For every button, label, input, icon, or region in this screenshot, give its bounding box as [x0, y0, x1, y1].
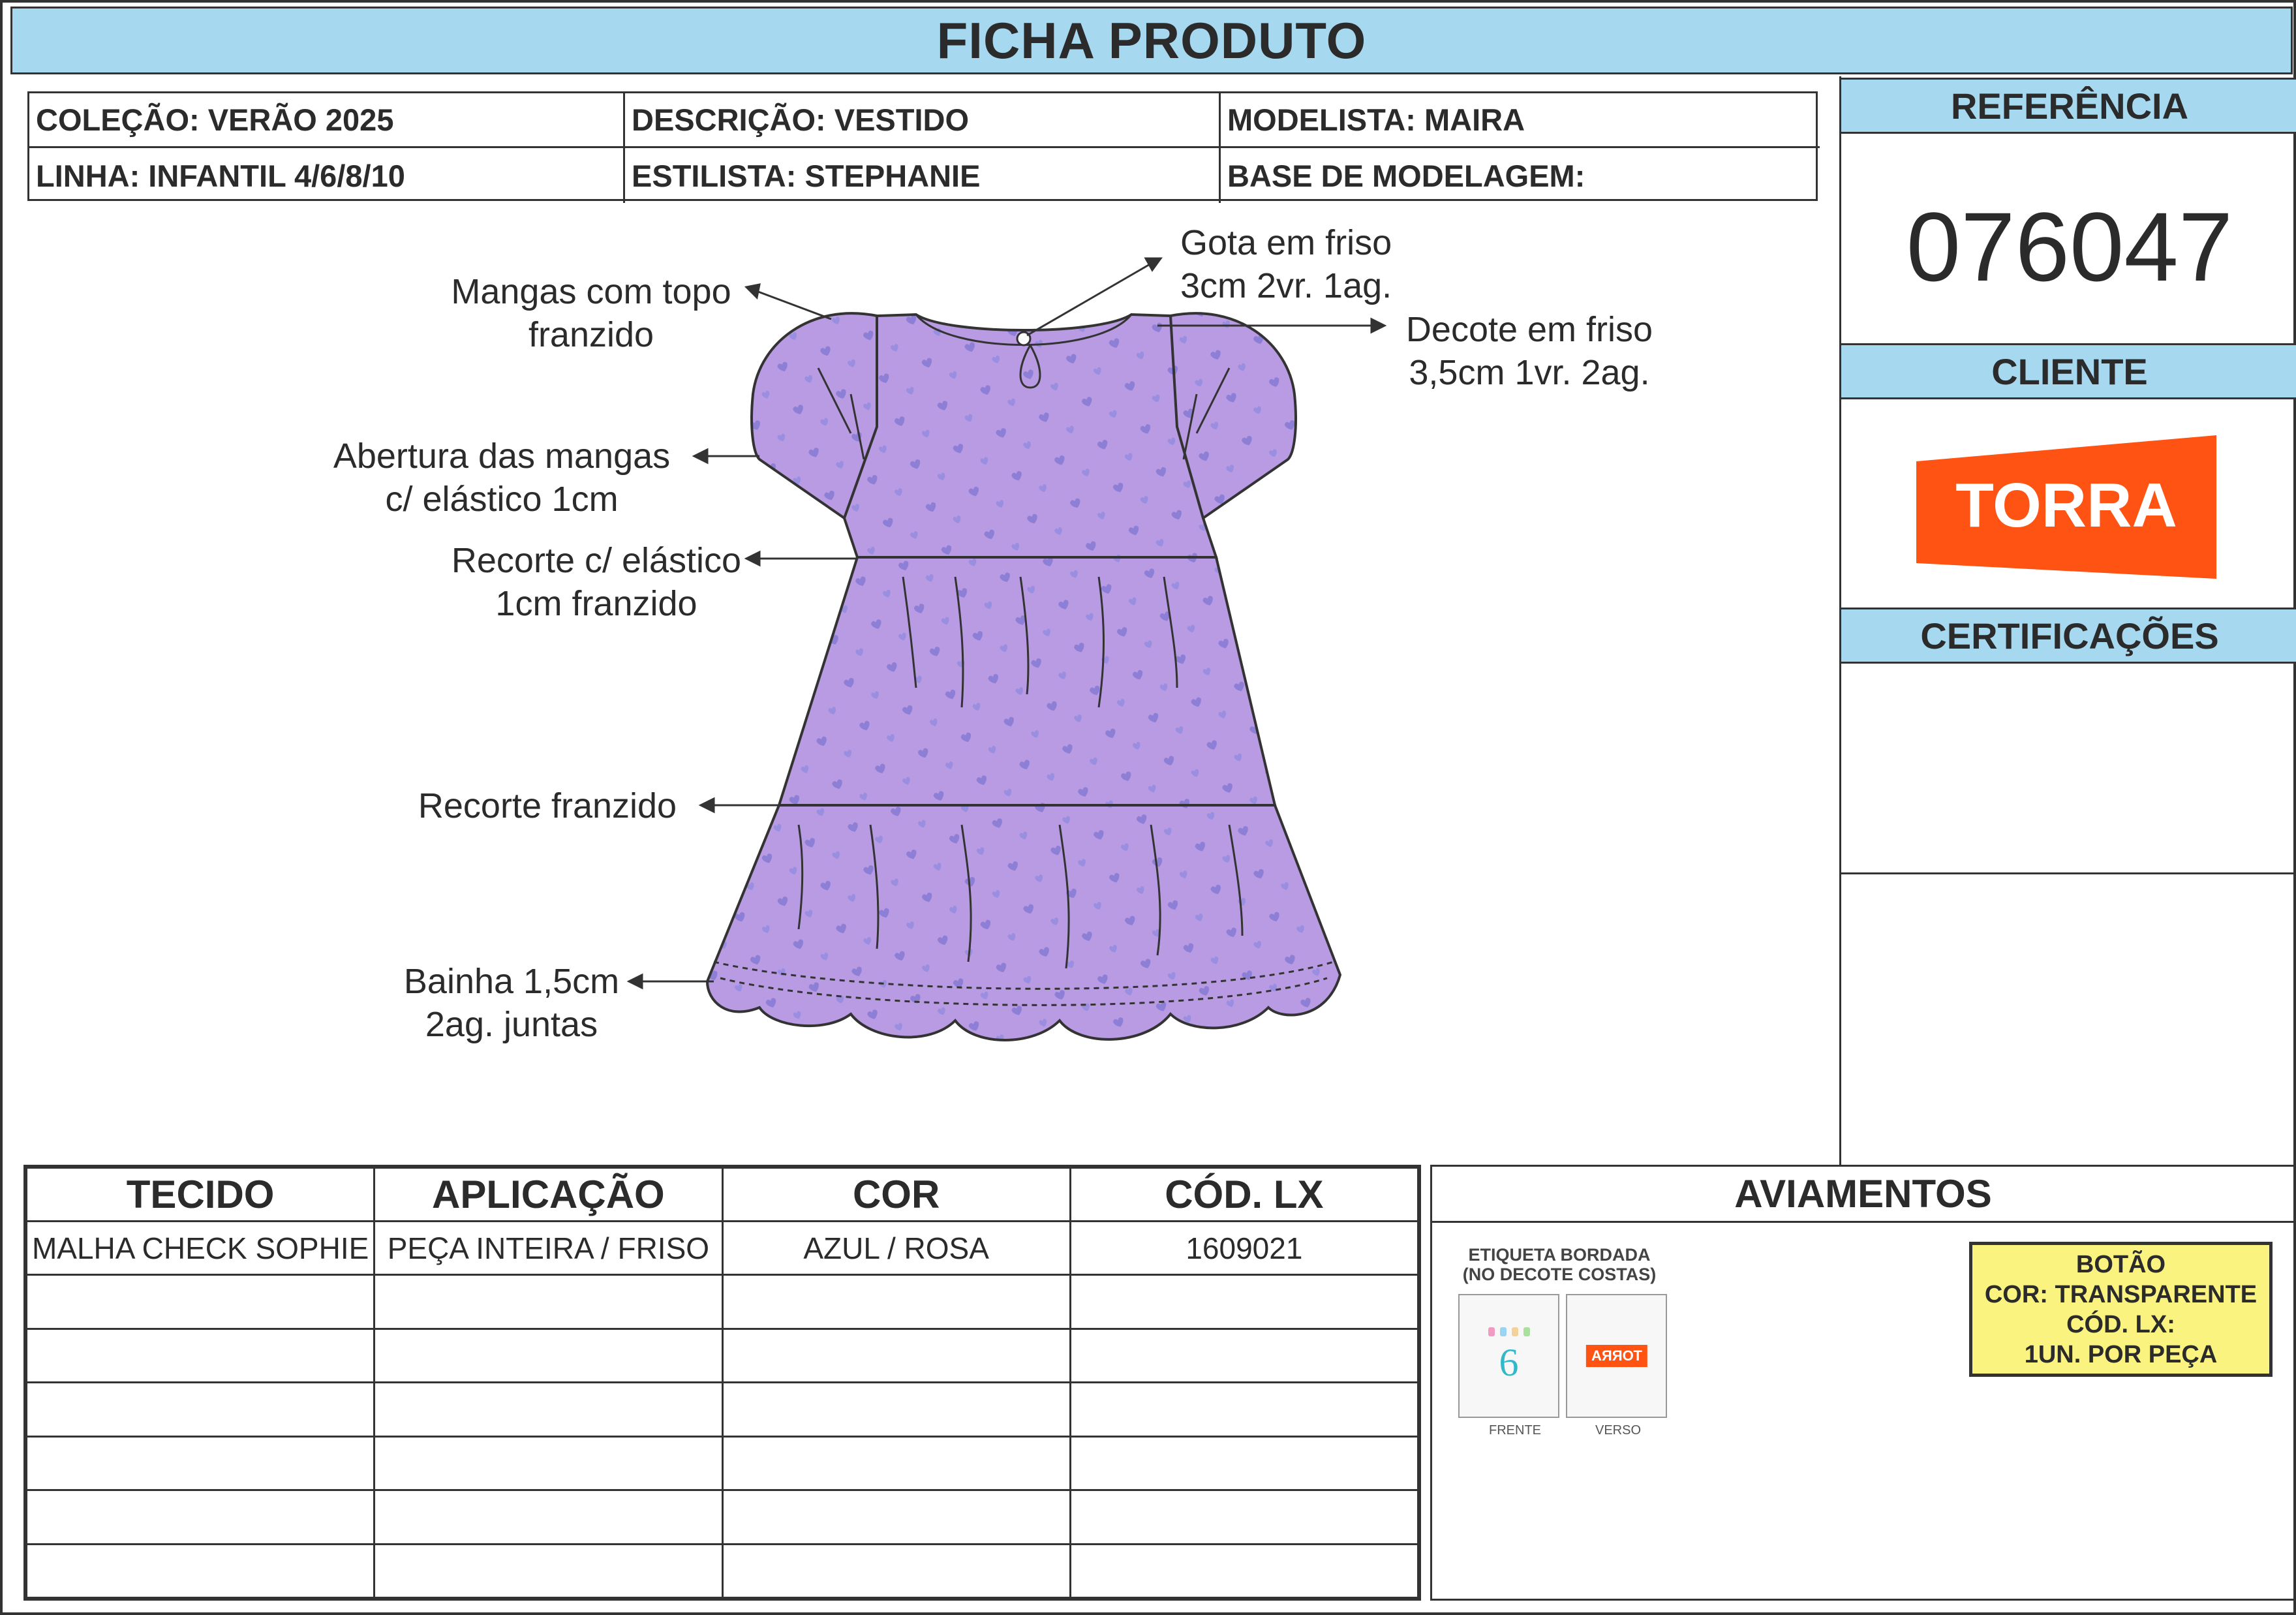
- etiqueta-title-line2: (NO DECOTE COSTAS): [1462, 1265, 1657, 1284]
- table-row: [25, 1543, 1420, 1599]
- etiqueta-back: TORRA: [1566, 1294, 1667, 1418]
- empty-cell: [25, 1489, 376, 1545]
- header-cod-lx: CÓD. LX: [1069, 1167, 1420, 1222]
- empty-cell: [373, 1489, 724, 1545]
- botao-line1: BOTÃO: [2075, 1250, 2166, 1278]
- callout-gota: Gota em friso 3cm 2vr. 1ag.: [1180, 221, 1428, 307]
- table-row: [25, 1274, 1420, 1330]
- callout-abertura-line1: Abertura das mangas: [333, 437, 671, 476]
- callout-gota-line2: 3cm 2vr. 1ag.: [1180, 266, 1392, 305]
- right-panel: REFERÊNCIA 076047 CLIENTE TORRA CERTIFIC…: [1839, 76, 2296, 1165]
- empty-cell: [25, 1327, 376, 1384]
- empty-cell: [721, 1543, 1071, 1599]
- callout-recorte-franzido-line1: Recorte franzido: [418, 786, 677, 825]
- botao-line4: 1UN. POR PEÇA: [2024, 1340, 2218, 1368]
- botao-line2: COR: TRANSPARENTE: [1984, 1280, 2258, 1308]
- cell-aplicacao: PEÇA INTEIRA / FRISO: [373, 1220, 724, 1276]
- botao-line3: CÓD. LX:: [2066, 1310, 2175, 1338]
- header-cor: COR: [721, 1167, 1071, 1222]
- dress-shape: [705, 312, 1342, 1041]
- callout-abertura-line2: c/ elástico 1cm: [385, 480, 619, 519]
- etiqueta-back-logo: TORRA: [1585, 1345, 1647, 1367]
- cliente-header: CLIENTE: [1841, 343, 2296, 399]
- etiqueta-front: 6: [1458, 1294, 1559, 1418]
- empty-cell: [721, 1381, 1071, 1438]
- aviamentos-panel: AVIAMENTOS ETIQUETA BORDADA (NO DECOTE C…: [1430, 1165, 2296, 1601]
- certificacoes-header: CERTIFICAÇÕES: [1841, 608, 2296, 664]
- callout-recorte-elastico-line1: Recorte c/ elástico: [451, 541, 742, 580]
- empty-cell: [373, 1327, 724, 1384]
- callout-bainha: Bainha 1,5cm 2ag. juntas: [388, 960, 635, 1046]
- frente-caption: FRENTE: [1489, 1423, 1541, 1438]
- empty-cell: [1069, 1489, 1420, 1545]
- empty-cell: [373, 1435, 724, 1492]
- svg-text:TORRA: TORRA: [1955, 470, 2177, 540]
- callout-abertura: Abertura das mangas c/ elástico 1cm: [316, 435, 688, 521]
- verso-caption: VERSO: [1595, 1423, 1642, 1438]
- empty-cell: [721, 1435, 1071, 1492]
- cell-cor: AZUL / ROSA: [721, 1220, 1071, 1276]
- certificacoes-divider: [1841, 872, 2296, 874]
- empty-cell: [1069, 1543, 1420, 1599]
- callout-mangas-line1: Mangas com topo: [451, 272, 731, 311]
- cell-tecido: MALHA CHECK SOPHIE: [25, 1220, 376, 1276]
- etiqueta-title: ETIQUETA BORDADA (NO DECOTE COSTAS): [1452, 1245, 1667, 1284]
- callout-recorte-elastico: Recorte c/ elástico 1cm franzido: [433, 539, 759, 625]
- callout-decote-line1: Decote em friso: [1405, 310, 1653, 349]
- dress-sketch: [626, 257, 1387, 1041]
- torra-logo: TORRA: [1916, 435, 2216, 582]
- empty-cell: [1069, 1381, 1420, 1438]
- empty-cell: [1069, 1435, 1420, 1492]
- empty-cell: [1069, 1274, 1420, 1330]
- cell-cod-lx: 1609021: [1069, 1220, 1420, 1276]
- callout-mangas: Mangas com topo franzido: [441, 270, 741, 356]
- callout-recorte-franzido: Recorte franzido: [401, 784, 694, 827]
- product-sheet: FICHA PRODUTO COLEÇÃO: VERÃO 2025 DESCRI…: [0, 0, 2296, 1615]
- table-row: [25, 1489, 1420, 1545]
- referencia-number: 076047: [1906, 192, 2233, 301]
- botao-note: BOTÃO COR: TRANSPARENTE CÓD. LX: 1UN. PO…: [1969, 1242, 2273, 1377]
- referencia-header: REFERÊNCIA: [1841, 78, 2296, 134]
- empty-cell: [721, 1327, 1071, 1384]
- callout-mangas-line2: franzido: [528, 315, 654, 354]
- callout-gota-line1: Gota em friso: [1180, 223, 1392, 262]
- etiqueta-size-number: 6: [1499, 1340, 1519, 1384]
- callout-bainha-line1: Bainha 1,5cm: [403, 962, 620, 1001]
- empty-cell: [25, 1435, 376, 1492]
- callout-decote-line2: 3,5cm 1vr. 2ag.: [1409, 353, 1650, 392]
- callout-recorte-elastico-line2: 1cm franzido: [495, 584, 697, 623]
- header-tecido: TECIDO: [25, 1167, 376, 1222]
- empty-cell: [373, 1543, 724, 1599]
- empty-cell: [373, 1274, 724, 1330]
- empty-cell: [721, 1489, 1071, 1545]
- etiqueta-dots: [1488, 1327, 1530, 1336]
- empty-cell: [25, 1381, 376, 1438]
- header-aplicacao: APLICAÇÃO: [373, 1167, 724, 1222]
- empty-cell: [25, 1274, 376, 1330]
- callout-bainha-line2: 2ag. juntas: [425, 1005, 598, 1044]
- empty-cell: [373, 1381, 724, 1438]
- materials-table: TECIDO APLICAÇÃO COR CÓD. LX MALHA CHECK…: [23, 1165, 1421, 1601]
- empty-cell: [25, 1543, 376, 1599]
- table-row: MALHA CHECK SOPHIE PEÇA INTEIRA / FRISO …: [25, 1220, 1420, 1276]
- aviamentos-header: AVIAMENTOS: [1432, 1167, 2294, 1223]
- materials-header-row: TECIDO APLICAÇÃO COR CÓD. LX: [25, 1167, 1420, 1222]
- table-row: [25, 1381, 1420, 1438]
- callout-decote: Decote em friso 3,5cm 1vr. 2ag.: [1392, 308, 1666, 394]
- etiqueta-title-line1: ETIQUETA BORDADA: [1468, 1245, 1651, 1265]
- empty-cell: [721, 1274, 1071, 1330]
- table-row: [25, 1327, 1420, 1384]
- table-row: [25, 1435, 1420, 1492]
- empty-cell: [1069, 1327, 1420, 1384]
